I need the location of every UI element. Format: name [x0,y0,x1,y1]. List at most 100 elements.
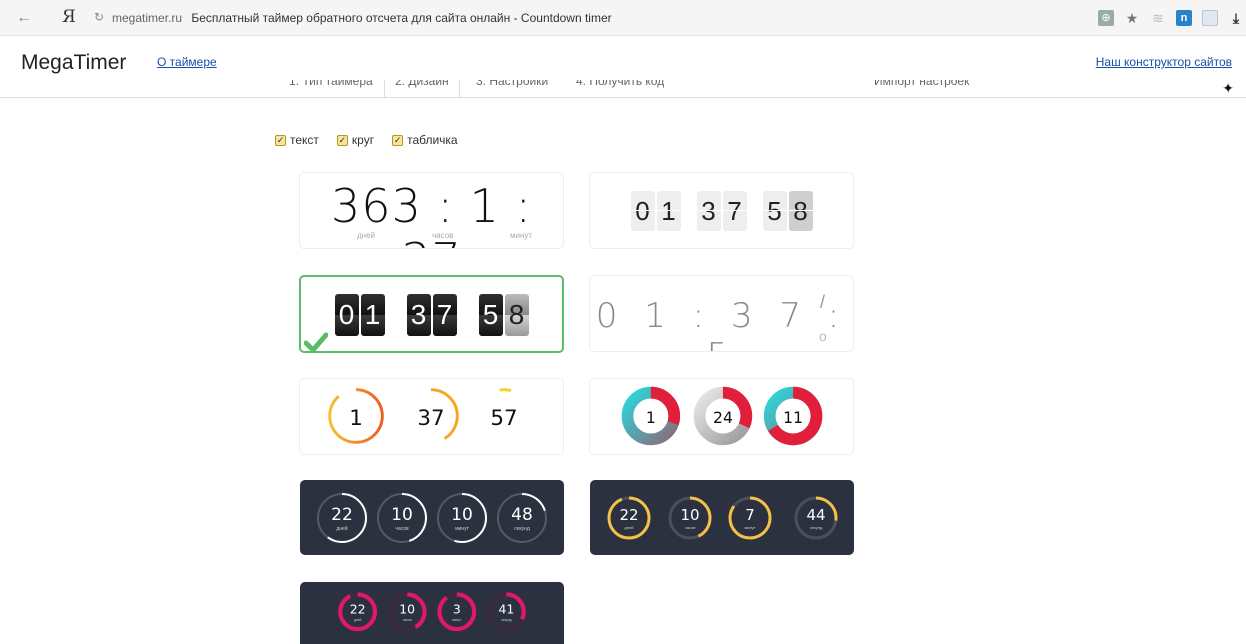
design-card-rings-light[interactable]: 1 37 57 [299,378,564,455]
ring-label: минут [744,525,755,530]
dark-ring: 22дней [607,496,651,540]
rings-dark-white-svg: 22дней 10часов 10минут 48секунд [317,493,547,543]
ring-value: 57 [490,406,517,431]
ring-label: секунд [514,526,530,532]
dark-ring: 10часов [377,493,427,543]
ring-label: дней [336,525,347,532]
pin-icon[interactable]: ✦ [1222,80,1234,97]
dark-ring: 10часов [668,496,712,540]
ring-label: часов [403,618,412,622]
page-title: Бесплатный таймер обратного отсчета для … [191,11,612,25]
flip-digit: 8 [788,191,813,231]
tab-import[interactable]: Импорт настроек [874,80,969,88]
digit-tail-top: / [820,292,826,312]
ring-value: 1 [646,409,656,427]
ring-value: 10 [399,601,415,616]
dark-ring: 10минут [437,493,487,543]
timer-thin-value: 0 1 : 3 7 : 5 [595,296,848,351]
option-text[interactable]: ✓ текст [275,133,319,147]
tabs-strip: 1. Тип таймера 2. Дизайн 3. Настройки 4.… [0,80,1246,98]
ring-label: дней [354,618,362,622]
extension-blue-icon[interactable]: n [1176,10,1192,26]
ring-label: минут [455,526,469,532]
flip-digit: 5 [762,191,787,231]
flip-light-row: 01 37 58 [590,191,853,231]
design-card-dark-white[interactable]: 22 дней 10 часов 10 минут 48 секунд [300,480,564,555]
option-plate[interactable]: ✓ табличка [392,133,458,147]
design-options: ✓ текст ✓ круг ✓ табличка [275,133,458,147]
ring-value: 24 [713,409,733,427]
tab-get-code[interactable]: 4. Получить код [576,80,664,88]
flip-digit: 0 [630,191,655,231]
dark-ring: 10 часов [387,592,427,632]
ring-value: 11 [783,409,803,427]
ring-value: 22 [619,506,638,524]
dark-ring: 44секунд [794,496,838,540]
checkbox-text[interactable]: ✓ [275,134,286,146]
ring-value: 7 [745,506,755,524]
browser-toolbar: ← Я ↻ megatimer.ru Бесплатный таймер обр… [0,0,1246,36]
ring-label: дней [624,525,633,530]
rings-dark-yellow-svg: 22дней 10часов 7минут 44секунд [607,496,838,540]
design-card-thin[interactable]: 0 1 : 3 7 : 5 / o [589,275,854,352]
ring-value: 41 [499,601,515,616]
option-circle[interactable]: ✓ круг [336,133,374,147]
star-icon[interactable]: ★ [1124,10,1140,26]
design-card-text[interactable]: 363 : 1 : 37 дней часов минут [299,172,564,249]
dark-ring: 22 дней [338,592,378,632]
rings-gradient-svg: 1 24 11 [621,386,823,446]
back-arrow-icon[interactable]: ← [14,8,34,28]
layers-icon[interactable]: ≋ [1150,10,1166,26]
design-card-flip-dark[interactable]: 01 37 58 [299,275,564,353]
about-link[interactable]: О таймере [157,55,217,69]
selected-check-icon [304,332,328,351]
design-card-rings-gradient[interactable]: 1 24 11 [589,378,854,455]
globe-icon[interactable]: ⊕ [1098,10,1114,26]
ring-label: секунд [501,618,511,622]
checkbox-plate[interactable]: ✓ [392,134,404,146]
digit-tail-bottom: o [819,328,827,344]
download-icon[interactable]: ⤓ [1228,10,1244,26]
ring-label: минут [452,618,462,622]
design-card-dark-pink[interactable]: 22 дней 10 часов 3 минут 41 секунд [300,582,564,644]
rings-dark-pink-svg: 22 дней 10 часов 3 минут 41 секунд [338,592,526,632]
ring-label: часов [395,526,409,532]
ring-value: 3 [453,601,461,616]
flip-digit: 1 [360,294,385,336]
document-icon[interactable] [1202,10,1218,26]
dark-ring: 41 секунд [486,592,526,632]
ring-value: 48 [511,505,533,525]
ring-value: 37 [417,406,444,431]
flip-digit: 3 [696,191,721,231]
ring-value: 44 [806,506,825,524]
design-card-dark-yellow[interactable]: 22 дней 10 часов 7 минут 44 секунд [590,480,854,555]
ring-value: 1 [349,406,363,431]
dark-ring: 3 минут [437,592,477,632]
address-bar[interactable]: megatimer.ru Бесплатный таймер обратного… [112,11,612,25]
label-days: дней [357,231,376,240]
reload-icon[interactable]: ↻ [94,10,104,24]
label-minutes: минут [510,231,533,240]
yandex-logo[interactable]: Я [62,7,76,27]
ring-label: секунд [810,525,823,530]
ring-value: 10 [680,506,699,524]
site-logo[interactable]: MegaTimer [21,51,126,75]
tab-design[interactable]: 2. Дизайн [384,80,460,97]
ring-label: часов [685,525,696,530]
flip-digit: 0 [334,294,359,336]
builder-link[interactable]: Наш конструктор сайтов [1096,55,1232,69]
flip-dark-row: 01 37 58 [301,294,562,336]
design-card-flip-light[interactable]: 01 37 58 [589,172,854,249]
flip-digit: 7 [722,191,747,231]
ring-value: 22 [350,601,366,616]
tab-settings[interactable]: 3. Настройки [476,80,548,88]
checkbox-circle[interactable]: ✓ [336,134,348,146]
flip-digit: 7 [432,294,457,336]
ring-value: 10 [451,505,473,525]
address-domain: megatimer.ru [112,11,183,25]
extension-icons: ⊕ ★ ≋ n ⤓ [1098,6,1246,30]
ring-value: 22 [331,505,353,525]
label-hours: часов [432,231,454,240]
dark-ring: 22дней [317,493,367,543]
tab-type[interactable]: 1. Тип таймера [289,80,373,88]
